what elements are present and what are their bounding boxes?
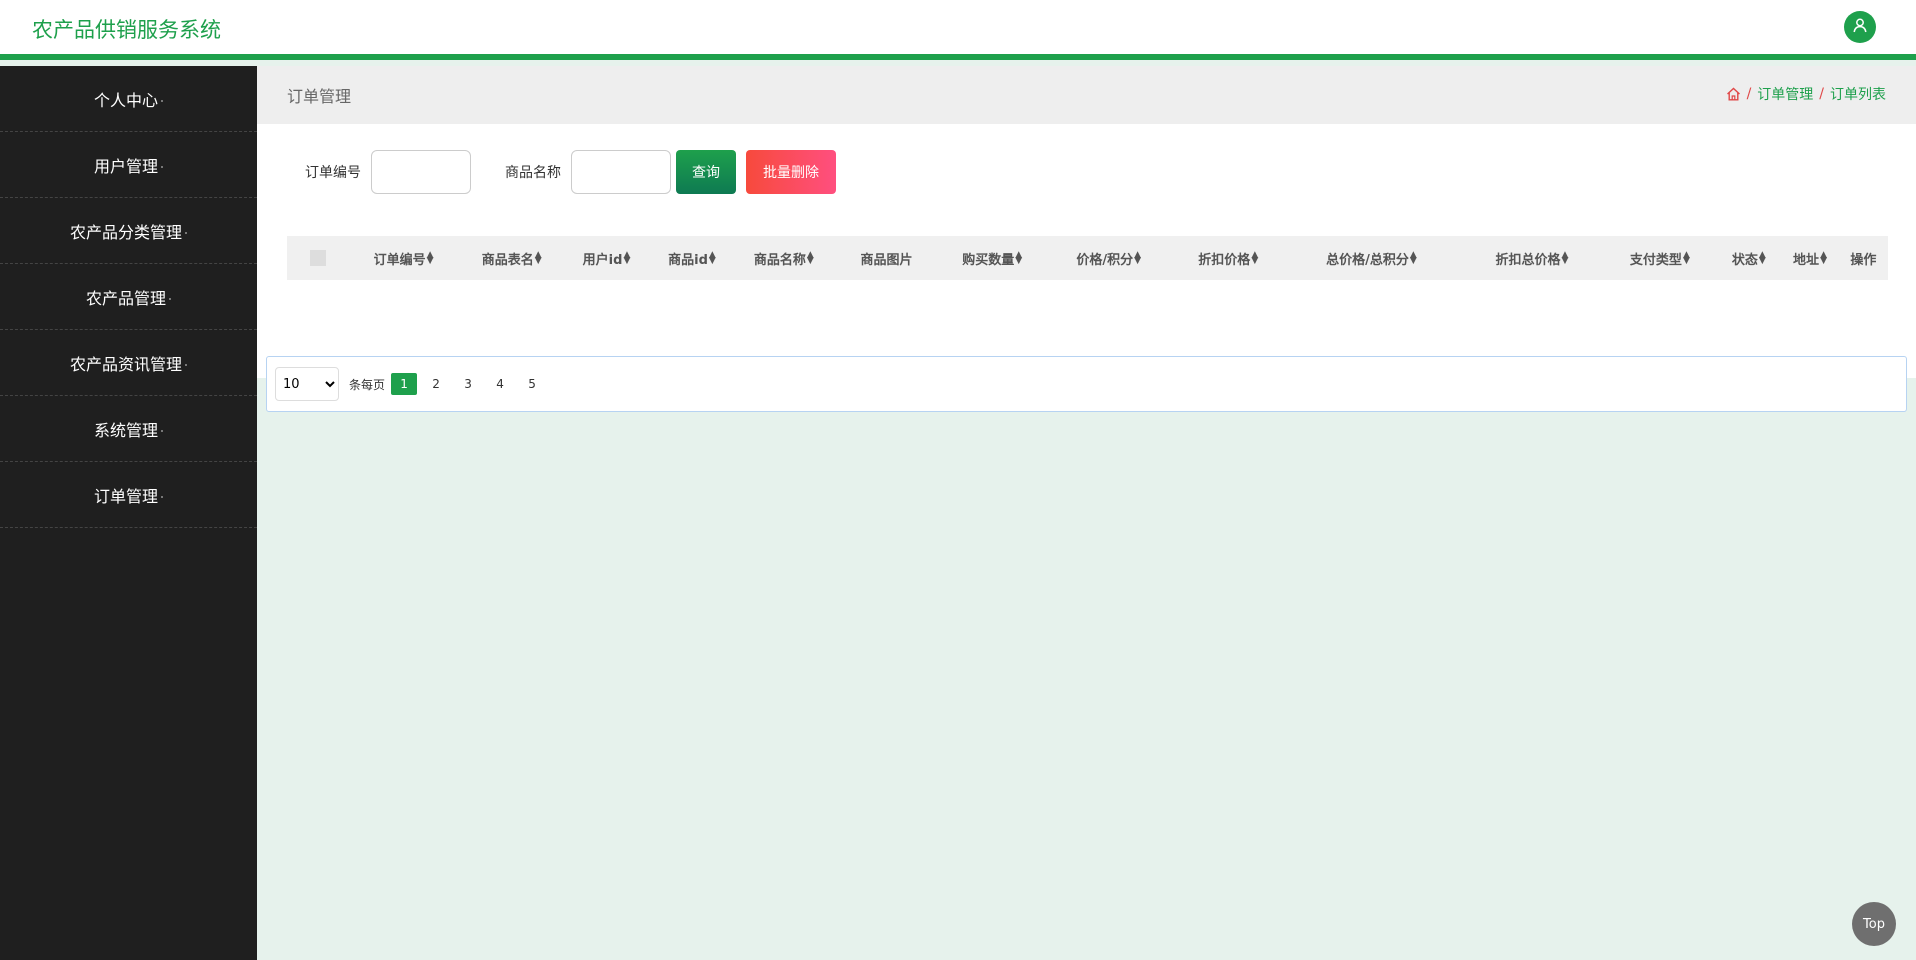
sidebar-item-marker bbox=[169, 297, 171, 300]
user-icon bbox=[1852, 17, 1868, 37]
home-icon[interactable] bbox=[1726, 87, 1741, 101]
sidebar-item-label: 农产品管理 bbox=[85, 288, 166, 308]
sort-icon: ▲ ▼ bbox=[1561, 250, 1569, 266]
sort-icon: ▲ ▼ bbox=[1134, 250, 1142, 266]
sidebar-item-order-management[interactable]: 订单管理 bbox=[0, 462, 257, 528]
column-header[interactable]: 商品表名 ▲ ▼ bbox=[459, 249, 565, 268]
page-button-3[interactable]: 3 bbox=[455, 373, 481, 395]
sidebar-item-personal-center[interactable]: 个人中心 bbox=[0, 66, 257, 132]
product-name-label: 商品名称 bbox=[505, 165, 561, 181]
breadcrumb: / 订单管理 / 订单列表 bbox=[1726, 84, 1886, 104]
sidebar-item-label: 订单管理 bbox=[93, 486, 158, 506]
breadcrumb-order-management[interactable]: 订单管理 bbox=[1757, 84, 1813, 104]
sort-icon: ▲ ▼ bbox=[806, 250, 814, 266]
column-header[interactable]: 商品id ▲ ▼ bbox=[649, 249, 736, 268]
sidebar-item-label: 系统管理 bbox=[93, 420, 158, 440]
sort-icon: ▲ ▼ bbox=[1758, 250, 1766, 266]
breadcrumb-separator: / bbox=[1746, 86, 1752, 102]
sort-icon: ▲ ▼ bbox=[1015, 250, 1023, 266]
select-all-checkbox[interactable] bbox=[309, 250, 326, 266]
batch-delete-button[interactable]: 批量删除 bbox=[746, 150, 836, 194]
page-button-2[interactable]: 2 bbox=[423, 373, 449, 395]
search-form: 订单编号 商品名称 查询 批量删除 bbox=[305, 150, 836, 194]
select-all-cell bbox=[287, 250, 348, 266]
breadcrumb-separator: / bbox=[1819, 86, 1824, 102]
column-header[interactable]: 购买数量 ▲ ▼ bbox=[941, 249, 1044, 268]
column-header: 商品图片 bbox=[860, 252, 913, 268]
back-to-top-button[interactable]: Top bbox=[1852, 902, 1896, 946]
column-header[interactable]: 折扣总价格 ▲ ▼ bbox=[1460, 249, 1603, 268]
top-bar: 农产品供销服务系统 bbox=[0, 0, 1916, 60]
order-number-input[interactable] bbox=[371, 150, 471, 194]
table-header: 订单编号 ▲ ▼ 商品表名 ▲ ▼ 用户id ▲ ▼ 商品id ▲ ▼ 商品名称 ▲ ▼ 商品图片 … bbox=[287, 236, 1888, 280]
sort-icon: ▲ ▼ bbox=[1682, 250, 1690, 266]
sort-icon: ▲ ▼ bbox=[1820, 250, 1827, 266]
page-button-4[interactable]: 4 bbox=[487, 373, 513, 395]
sidebar-item-product-management[interactable]: 农产品管理 bbox=[0, 264, 257, 330]
sidebar-item-label: 个人中心 bbox=[93, 90, 158, 110]
per-page-label: 条每页 bbox=[349, 377, 386, 392]
sort-icon: ▲ ▼ bbox=[426, 250, 434, 266]
sort-icon: ▲ ▼ bbox=[623, 250, 631, 266]
column-header[interactable]: 价格/积分 ▲ ▼ bbox=[1044, 249, 1174, 268]
product-name-input[interactable] bbox=[571, 150, 671, 194]
page-button-5[interactable]: 5 bbox=[519, 373, 545, 395]
sidebar-item-user-management[interactable]: 用户管理 bbox=[0, 132, 257, 198]
column-header[interactable]: 状态 ▲ ▼ bbox=[1716, 249, 1781, 268]
main-area: 订单管理 / 订单管理 / 订单列表 订单编号 商品名称 查询 批量删除 订单编… bbox=[257, 66, 1916, 412]
column-header[interactable]: 地址 ▲ ▼ bbox=[1781, 249, 1838, 268]
sidebar-item-marker bbox=[161, 495, 163, 498]
page-size-select[interactable]: 10 bbox=[275, 367, 339, 401]
order-number-label: 订单编号 bbox=[305, 165, 361, 181]
column-header[interactable]: 支付类型 ▲ ▼ bbox=[1604, 249, 1717, 268]
column-header[interactable]: 商品名称 ▲ ▼ bbox=[735, 249, 832, 268]
sort-icon: ▲ ▼ bbox=[1409, 250, 1417, 266]
sidebar-item-label: 用户管理 bbox=[93, 156, 158, 176]
content-panel: 订单编号 商品名称 查询 批量删除 订单编号 ▲ ▼ 商品表名 ▲ ▼ 用户id ▲ ▼ 商… bbox=[257, 124, 1916, 412]
sidebar-item-marker bbox=[161, 165, 163, 168]
sidebar-item-marker bbox=[161, 99, 163, 102]
sort-icon: ▲ ▼ bbox=[708, 250, 716, 266]
sidebar-item-system-management[interactable]: 系统管理 bbox=[0, 396, 257, 462]
sidebar-item-category-management[interactable]: 农产品分类管理 bbox=[0, 198, 257, 264]
column-header[interactable]: 订单编号 ▲ ▼ bbox=[348, 249, 459, 268]
column-header[interactable]: 总价格/总积分 ▲ ▼ bbox=[1283, 249, 1461, 268]
column-header[interactable]: 折扣价格 ▲ ▼ bbox=[1174, 249, 1283, 268]
breadcrumb-order-list: 订单列表 bbox=[1830, 87, 1886, 103]
sidebar-item-marker bbox=[185, 363, 187, 366]
column-header[interactable]: 用户id ▲ ▼ bbox=[565, 249, 649, 268]
sidebar-item-label: 农产品分类管理 bbox=[69, 222, 182, 242]
app-title: 农产品供销服务系统 bbox=[32, 18, 221, 42]
user-avatar[interactable] bbox=[1844, 11, 1876, 43]
page-header: 订单管理 / 订单管理 / 订单列表 bbox=[257, 66, 1916, 124]
sidebar-item-news-management[interactable]: 农产品资讯管理 bbox=[0, 330, 257, 396]
sidebar: 个人中心 用户管理 农产品分类管理 农产品管理 农产品资讯管理 系统管理 订单管… bbox=[0, 66, 257, 960]
column-header: 操作 bbox=[1850, 252, 1877, 268]
page-title: 订单管理 bbox=[287, 87, 352, 106]
page-button-1[interactable]: 1 bbox=[391, 373, 418, 395]
pagination: 10 条每页 1 2 3 4 5 bbox=[266, 356, 1907, 412]
sort-icon: ▲ ▼ bbox=[1251, 250, 1259, 266]
sidebar-item-marker bbox=[185, 231, 187, 234]
query-button[interactable]: 查询 bbox=[676, 150, 736, 194]
sidebar-item-label: 农产品资讯管理 bbox=[69, 354, 182, 374]
sort-icon: ▲ ▼ bbox=[534, 250, 542, 266]
sidebar-item-marker bbox=[161, 429, 163, 432]
